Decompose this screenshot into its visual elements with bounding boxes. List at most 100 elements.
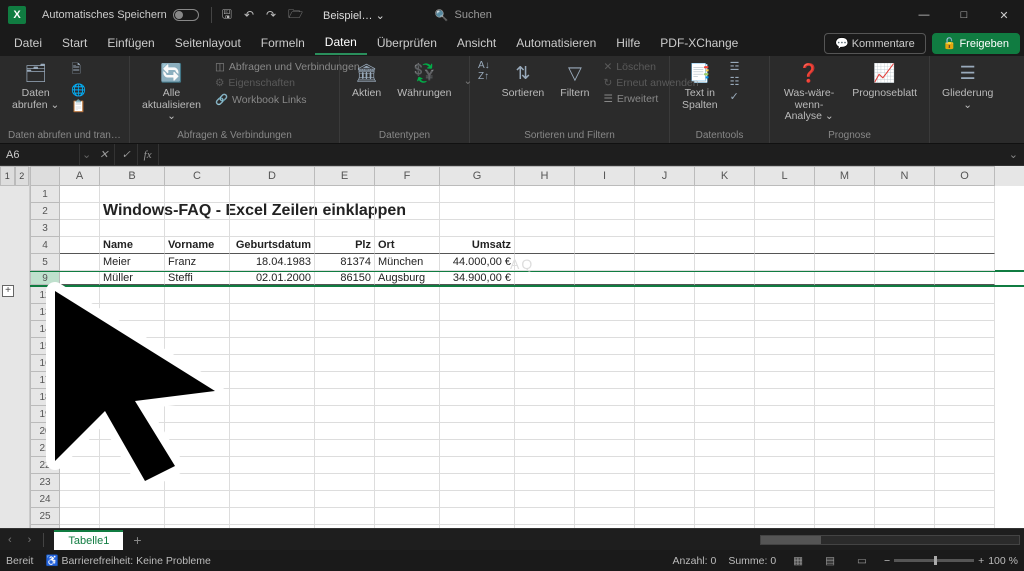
cell[interactable] [815, 338, 875, 355]
cell[interactable] [375, 372, 440, 389]
cell[interactable] [515, 457, 575, 474]
cell[interactable] [755, 338, 815, 355]
cell[interactable] [315, 203, 375, 220]
cell[interactable] [60, 254, 100, 271]
outline-expand-button[interactable]: + [2, 285, 14, 297]
cell[interactable] [315, 474, 375, 491]
cell[interactable] [60, 457, 100, 474]
cell[interactable] [875, 220, 935, 237]
cell[interactable] [875, 355, 935, 372]
cell[interactable] [315, 508, 375, 525]
cell[interactable] [635, 287, 695, 304]
col-header-B[interactable]: B [100, 166, 165, 186]
cell[interactable] [755, 186, 815, 203]
cell[interactable] [815, 186, 875, 203]
cell[interactable] [60, 321, 100, 338]
cell[interactable] [755, 491, 815, 508]
zoom-control[interactable]: − + 100 % [884, 555, 1018, 567]
cell[interactable]: Geburtsdatum [230, 237, 315, 254]
row-header[interactable]: 15 [30, 338, 60, 355]
tab-einfügen[interactable]: Einfügen [97, 32, 164, 54]
cell[interactable] [230, 525, 315, 528]
cell[interactable] [635, 491, 695, 508]
cell[interactable] [375, 203, 440, 220]
cell[interactable] [515, 389, 575, 406]
col-header-E[interactable]: E [315, 166, 375, 186]
whatif-button[interactable]: ❓Was-wäre-wenn- Analyse ⌄ [778, 60, 840, 125]
cell[interactable] [515, 338, 575, 355]
row-header[interactable]: 9 [30, 272, 60, 285]
cell[interactable] [755, 440, 815, 457]
cell[interactable] [635, 220, 695, 237]
cell[interactable] [875, 254, 935, 271]
cell[interactable] [100, 491, 165, 508]
cell[interactable] [100, 508, 165, 525]
cell[interactable] [230, 304, 315, 321]
cell[interactable] [230, 220, 315, 237]
formula-input[interactable] [159, 144, 1003, 165]
cell[interactable] [230, 287, 315, 304]
cell[interactable] [440, 203, 515, 220]
cell[interactable] [165, 508, 230, 525]
col-header-L[interactable]: L [755, 166, 815, 186]
col-header-K[interactable]: K [695, 166, 755, 186]
cell[interactable] [875, 389, 935, 406]
cell[interactable] [230, 372, 315, 389]
cell[interactable] [315, 220, 375, 237]
cell[interactable] [375, 457, 440, 474]
cell[interactable] [515, 440, 575, 457]
cell[interactable] [230, 440, 315, 457]
cell[interactable] [575, 423, 635, 440]
filter-button[interactable]: ▽Filtern [556, 60, 593, 102]
cell[interactable] [575, 389, 635, 406]
cell[interactable] [440, 491, 515, 508]
cell[interactable] [515, 203, 575, 220]
cell[interactable] [695, 491, 755, 508]
cell[interactable] [100, 406, 165, 423]
row-header[interactable]: 2 [30, 203, 60, 220]
cell[interactable] [935, 237, 995, 254]
autosave-toggle[interactable]: Automatisches Speichern [34, 9, 207, 21]
cell[interactable] [60, 491, 100, 508]
cell[interactable] [575, 457, 635, 474]
cell[interactable] [815, 372, 875, 389]
cell[interactable] [695, 525, 755, 528]
cell[interactable] [635, 406, 695, 423]
view-pagebreak-icon[interactable]: ▭ [852, 555, 872, 567]
row-header[interactable]: 20 [30, 423, 60, 440]
cell[interactable] [575, 321, 635, 338]
cell[interactable] [935, 203, 995, 220]
cell[interactable] [755, 474, 815, 491]
cell[interactable] [165, 491, 230, 508]
cell[interactable] [100, 355, 165, 372]
cell[interactable] [515, 287, 575, 304]
tab-seitenlayout[interactable]: Seitenlayout [165, 32, 251, 54]
cell[interactable] [165, 440, 230, 457]
cell[interactable] [875, 423, 935, 440]
cell[interactable]: Name [100, 237, 165, 254]
cell[interactable] [165, 355, 230, 372]
cell[interactable] [695, 423, 755, 440]
row-header[interactable]: 19 [30, 406, 60, 423]
currencies-button[interactable]: 💱Währungen [393, 60, 455, 102]
cell[interactable] [440, 440, 515, 457]
zoom-slider[interactable] [894, 559, 974, 562]
cell[interactable] [315, 186, 375, 203]
cell[interactable] [440, 457, 515, 474]
cell[interactable] [515, 304, 575, 321]
cell[interactable]: München [375, 254, 440, 271]
cell[interactable] [165, 186, 230, 203]
cell[interactable] [635, 440, 695, 457]
cell[interactable] [875, 372, 935, 389]
cell[interactable] [165, 203, 230, 220]
fx-button[interactable]: fx [138, 144, 159, 165]
cell[interactable]: 81374 [315, 254, 375, 271]
cell[interactable] [575, 508, 635, 525]
cell[interactable] [875, 457, 935, 474]
cell[interactable] [695, 338, 755, 355]
cell[interactable] [60, 287, 100, 304]
cell[interactable] [375, 491, 440, 508]
cell[interactable] [935, 220, 995, 237]
cell[interactable] [440, 389, 515, 406]
cell[interactable] [60, 237, 100, 254]
